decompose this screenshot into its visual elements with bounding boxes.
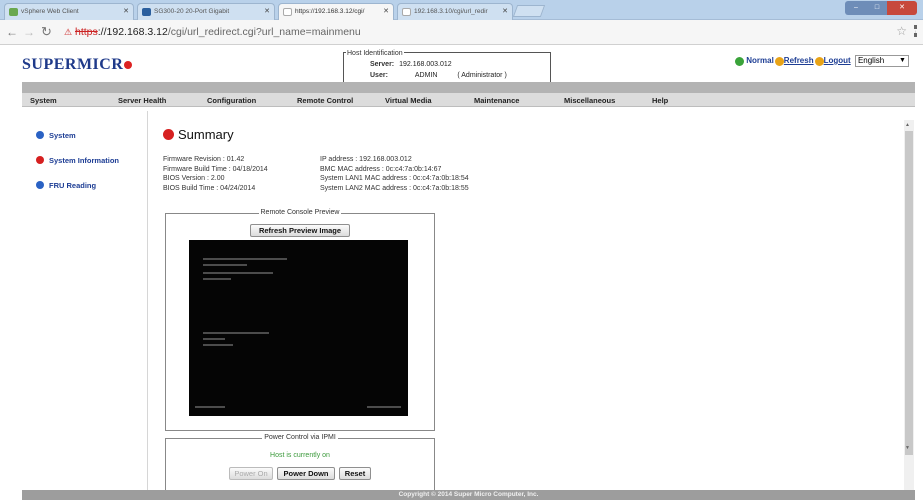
- language-value: English: [857, 56, 885, 65]
- ipmi-page: SUPERMICR Host Identification Server: 19…: [0, 45, 923, 502]
- tab-label: https://192.168.3.12/cgi/: [295, 8, 365, 15]
- nav-virtual-media[interactable]: Virtual Media: [385, 96, 432, 105]
- summary-icon: [163, 129, 174, 140]
- address-bar[interactable]: ⚠ https://192.168.3.12/cgi/url_redirect.…: [58, 23, 878, 41]
- browser-tab-switch[interactable]: SG300-20 20-Port Gigabit ✕: [137, 3, 275, 20]
- logo-dot: [124, 61, 133, 69]
- console-preview-image[interactable]: [189, 240, 408, 416]
- host-identification-legend: Host Identification: [346, 50, 404, 57]
- maximize-icon[interactable]: □: [867, 1, 887, 15]
- browser-tab-vsphere[interactable]: vSphere Web Client ✕: [4, 3, 134, 20]
- reload-icon[interactable]: ↻: [41, 24, 52, 40]
- server-value: 192.168.003.012: [399, 61, 452, 68]
- nav-remote-control[interactable]: Remote Control: [297, 96, 353, 105]
- firmware-info: Firmware Revision : 01.42 Firmware Build…: [163, 155, 268, 193]
- sidebar-divider: [147, 111, 148, 499]
- user-label: User:: [370, 72, 388, 79]
- nav-maintenance[interactable]: Maintenance: [474, 96, 519, 105]
- logo-text: SUPERMICR: [22, 56, 124, 73]
- user-role: ( Administrator ): [457, 72, 507, 79]
- reset-button[interactable]: Reset: [339, 467, 371, 480]
- nav-server-health[interactable]: Server Health: [118, 96, 166, 105]
- tab-label: 192.168.3.10/cgi/url_redir: [414, 8, 488, 15]
- browser-toolbar: ← → ↻ ⚠ https://192.168.3.12/cgi/url_red…: [0, 20, 923, 45]
- bios-version: BIOS Version : 2.00: [163, 175, 225, 182]
- power-status: Host is currently on: [270, 452, 330, 459]
- sidebar-item-system[interactable]: System: [36, 131, 76, 140]
- lan1-mac-address: System LAN1 MAC address : 0c:c4:7a:0b:18…: [320, 175, 469, 182]
- lock-warning-icon: ⚠: [64, 27, 73, 37]
- url-path: /cgi/url_redirect.cgi?url_name=mainmenu: [167, 26, 361, 38]
- nav-miscellaneous[interactable]: Miscellaneous: [564, 96, 615, 105]
- lan2-mac-address: System LAN2 MAC address : 0c:c4:7a:0b:18…: [320, 184, 469, 192]
- user-value: ADMIN: [414, 72, 438, 79]
- close-window-icon[interactable]: ✕: [887, 1, 917, 15]
- supermicro-logo: SUPERMICR: [22, 56, 133, 74]
- scroll-up-icon[interactable]: ▲: [905, 122, 910, 128]
- host-identification-box: Host Identification Server: 192.168.003.…: [343, 50, 551, 85]
- nav-system[interactable]: System: [30, 96, 57, 105]
- bmc-mac-address: BMC MAC address : 0c:c4:7a:0b:14:67: [320, 165, 442, 173]
- browser-menu-icon[interactable]: [914, 25, 918, 37]
- chevron-down-icon: ▼: [899, 57, 906, 64]
- mode-label: Normal: [746, 56, 774, 66]
- firmware-build-time: Firmware Build Time : 04/18/2014: [163, 165, 268, 173]
- power-down-button[interactable]: Power Down: [277, 467, 335, 480]
- cisco-icon: [142, 8, 151, 16]
- bookmark-star-icon[interactable]: ☆: [896, 24, 907, 38]
- vsphere-icon: [9, 8, 18, 16]
- browser-tab-strip: vSphere Web Client ✕ SG300-20 20-Port Gi…: [0, 0, 923, 20]
- remote-console-legend: Remote Console Preview: [258, 209, 342, 216]
- header-band: [22, 82, 915, 93]
- refresh-link[interactable]: Refresh: [784, 56, 814, 65]
- page-icon: [402, 8, 411, 16]
- close-icon[interactable]: ✕: [383, 7, 389, 15]
- sidebar-item-label: System Information: [49, 156, 120, 165]
- tab-label: vSphere Web Client: [21, 8, 79, 15]
- refresh-preview-button[interactable]: Refresh Preview Image: [250, 224, 350, 237]
- nav-configuration[interactable]: Configuration: [207, 96, 256, 105]
- tab-label: SG300-20 20-Port Gigabit: [154, 8, 230, 15]
- sidebar-item-system-information[interactable]: System Information: [36, 156, 119, 165]
- server-label: Server:: [370, 61, 395, 68]
- sidebar-item-fru-reading[interactable]: FRU Reading: [36, 181, 96, 190]
- ip-address: IP address : 192.168.003.012: [320, 156, 412, 163]
- info-icon: [36, 156, 44, 164]
- scroll-down-icon[interactable]: ▼: [905, 445, 910, 451]
- firmware-revision: Firmware Revision : 01.42: [163, 156, 245, 163]
- close-icon[interactable]: ✕: [264, 7, 270, 15]
- window-controls: – □ ✕: [845, 1, 917, 15]
- close-icon[interactable]: ✕: [502, 7, 508, 15]
- logout-icon: [814, 56, 824, 66]
- refresh-icon: [774, 56, 784, 66]
- page-icon: [283, 8, 292, 16]
- minimize-icon[interactable]: –: [845, 1, 867, 15]
- page-title: Summary: [163, 127, 234, 142]
- top-actions: Normal Refresh Logout English ▼: [735, 55, 909, 67]
- new-tab-button[interactable]: [512, 5, 546, 17]
- fru-icon: [36, 181, 44, 189]
- language-select[interactable]: English ▼: [854, 55, 909, 67]
- close-icon[interactable]: ✕: [123, 7, 129, 15]
- nav-help[interactable]: Help: [652, 96, 668, 105]
- scrollbar-thumb[interactable]: [905, 131, 913, 455]
- url-protocol: https: [75, 26, 98, 38]
- normal-status-icon: [735, 56, 744, 66]
- forward-arrow-icon[interactable]: →: [23, 25, 35, 39]
- power-on-button[interactable]: Power On: [229, 467, 273, 480]
- main-nav: System Server Health Configuration Remot…: [22, 93, 915, 107]
- sidebar-item-label: FRU Reading: [49, 181, 97, 190]
- browser-tab-redirect[interactable]: 192.168.3.10/cgi/url_redir ✕: [397, 3, 513, 20]
- power-control-legend: Power Control via IPMI: [262, 434, 338, 441]
- network-info: IP address : 192.168.003.012 BMC MAC add…: [320, 155, 469, 193]
- url-host: ://192.168.3.12: [97, 26, 168, 38]
- bios-build-time: BIOS Build Time : 04/24/2014: [163, 184, 256, 192]
- browser-tab-ipmi[interactable]: https://192.168.3.12/cgi/ ✕: [278, 3, 394, 20]
- page-title-text: Summary: [178, 127, 234, 142]
- logout-link[interactable]: Logout: [824, 56, 851, 65]
- system-icon: [36, 131, 44, 139]
- sidebar-item-label: System: [49, 131, 76, 140]
- footer-copyright: Copyright © 2014 Super Micro Computer, I…: [22, 490, 915, 500]
- back-arrow-icon[interactable]: ←: [6, 25, 18, 39]
